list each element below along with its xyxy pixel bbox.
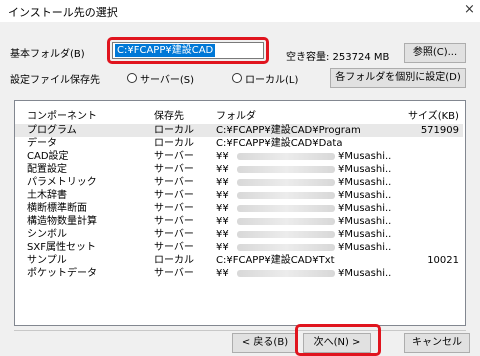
highlight-base-folder (107, 37, 269, 64)
row-folder-suffix: ¥Musashi.. (338, 190, 392, 201)
row-folder-prefix: ¥¥ (216, 190, 229, 201)
redacted-path (237, 205, 335, 212)
redacted-path (237, 179, 335, 186)
radio-local-label[interactable]: ローカル(L) (245, 71, 298, 86)
row-dest: ローカル (154, 138, 194, 149)
row-dest: サーバー (154, 177, 194, 188)
header-dest: 保存先 (154, 111, 184, 122)
row-folder-prefix: ¥¥ (216, 203, 229, 214)
row-dest: サーバー (154, 229, 194, 240)
row-size: 571909 (420, 125, 459, 136)
browse-button[interactable]: 参照(C)... (404, 43, 466, 63)
row-dest: サーバー (154, 242, 194, 253)
row-size: 10021 (427, 255, 459, 266)
redacted-path (237, 270, 335, 277)
radio-server[interactable] (127, 73, 137, 83)
row-dest: ローカル (154, 255, 194, 266)
table-row[interactable]: ポケットデータ サーバー ¥¥ ¥Musashi.. (15, 267, 463, 280)
row-component: 横断標準断面 (27, 203, 87, 214)
row-dest: サーバー (154, 190, 194, 201)
table-row[interactable]: 構造物数量計算 サーバー ¥¥ ¥Musashi.. (15, 215, 463, 228)
row-folder-prefix: ¥¥ (216, 268, 229, 279)
row-dest: サーバー (154, 216, 194, 227)
table-row[interactable]: SXF属性セット サーバー ¥¥ ¥Musashi.. (15, 241, 463, 254)
row-folder: C:¥FCAPP¥建設CAD¥Txt (216, 255, 335, 266)
row-folder-prefix: ¥¥ (216, 229, 229, 240)
redacted-path (237, 244, 335, 251)
header-size: サイズ(KB) (408, 111, 459, 122)
header-folder: フォルダ (216, 111, 256, 122)
row-folder-suffix: ¥Musashi.. (338, 151, 392, 162)
highlight-next (295, 324, 381, 356)
individual-settings-button[interactable]: 各フォルダを個別に設定(D) (330, 68, 466, 88)
header-component: コンポーネント (27, 111, 97, 122)
row-dest: サーバー (154, 203, 194, 214)
radio-server-label[interactable]: サーバー(S) (140, 71, 194, 86)
radio-local[interactable] (232, 73, 242, 83)
settings-label: 設定ファイル保存先 (10, 75, 100, 86)
row-folder: C:¥FCAPP¥建設CAD¥Program (216, 125, 361, 136)
close-icon[interactable]: × (464, 2, 475, 17)
redacted-path (237, 192, 335, 199)
row-folder-suffix: ¥Musashi.. (338, 164, 392, 175)
redacted-path (237, 166, 335, 173)
row-component: 配置設定 (27, 164, 67, 175)
row-folder-suffix: ¥Musashi.. (338, 242, 392, 253)
row-folder-prefix: ¥¥ (216, 164, 229, 175)
row-dest: ローカル (154, 125, 194, 136)
cancel-button[interactable]: キャンセル (404, 333, 470, 353)
row-folder-suffix: ¥Musashi.. (338, 229, 392, 240)
row-component: データ (27, 138, 57, 149)
row-folder-suffix: ¥Musashi.. (338, 203, 392, 214)
row-component: SXF属性セット (27, 242, 96, 253)
table-row[interactable]: パラメトリック サーバー ¥¥ ¥Musashi.. (15, 176, 463, 189)
row-component: パラメトリック (27, 177, 97, 188)
table-row[interactable]: 横断標準断面 サーバー ¥¥ ¥Musashi.. (15, 202, 463, 215)
row-folder-suffix: ¥Musashi.. (338, 216, 392, 227)
divider (14, 330, 466, 331)
free-space-text: 空き容量: 253724 MB (286, 52, 390, 63)
row-component: ポケットデータ (27, 268, 97, 279)
row-component: プログラム (27, 125, 77, 136)
row-folder-prefix: ¥¥ (216, 216, 229, 227)
row-component: 土木辞書 (27, 190, 67, 201)
row-component: サンプル (27, 255, 67, 266)
table-row[interactable]: プログラム ローカル C:¥FCAPP¥建設CAD¥Program 571909 (15, 124, 463, 137)
redacted-path (237, 153, 335, 160)
table-row[interactable]: サンプル ローカル C:¥FCAPP¥建設CAD¥Txt 10021 (15, 254, 463, 267)
row-component: CAD設定 (27, 151, 69, 162)
redacted-path (237, 218, 335, 225)
back-button[interactable]: < 戻る(B) (232, 333, 298, 353)
base-folder-label: 基本フォルダ(B) (10, 49, 85, 60)
row-component: シンボル (27, 229, 67, 240)
window-title: インストール先の選択 (8, 6, 118, 19)
row-folder: C:¥FCAPP¥建設CAD¥Data (216, 138, 343, 149)
row-folder-prefix: ¥¥ (216, 177, 229, 188)
row-component: 構造物数量計算 (27, 216, 97, 227)
row-folder-suffix: ¥Musashi.. (338, 268, 392, 279)
redacted-path (237, 231, 335, 238)
row-dest: サーバー (154, 151, 194, 162)
table-row[interactable]: データ ローカル C:¥FCAPP¥建設CAD¥Data (15, 137, 463, 150)
row-folder-prefix: ¥¥ (216, 151, 229, 162)
row-dest: サーバー (154, 164, 194, 175)
table-row[interactable]: 土木辞書 サーバー ¥¥ ¥Musashi.. (15, 189, 463, 202)
table-row[interactable]: 配置設定 サーバー ¥¥ ¥Musashi.. (15, 163, 463, 176)
row-folder-suffix: ¥Musashi.. (338, 177, 392, 188)
row-dest: サーバー (154, 268, 194, 279)
table-row[interactable]: CAD設定 サーバー ¥¥ ¥Musashi.. (15, 150, 463, 163)
row-folder-prefix: ¥¥ (216, 242, 229, 253)
table-row[interactable]: シンボル サーバー ¥¥ ¥Musashi.. (15, 228, 463, 241)
